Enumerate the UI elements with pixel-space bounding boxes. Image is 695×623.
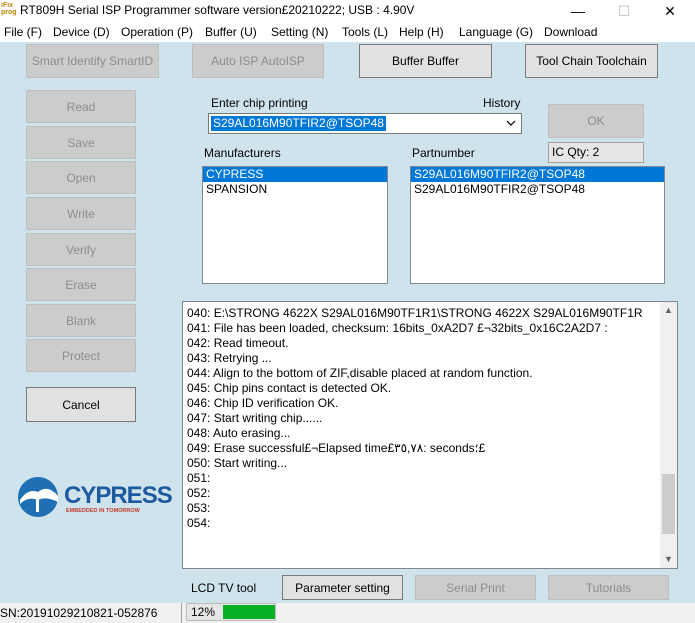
verify-button[interactable]: Verify — [26, 233, 136, 266]
log-lines: 040: E:\STRONG 4622X S29AL016M90TF1R1\ST… — [187, 306, 657, 531]
partnumber-list[interactable]: S29AL016M90TFIR2@TSOP48 S29AL016M90TFIR2… — [410, 166, 665, 284]
log-line: 049: Erase successful£¬Elapsed time£٣٥,٧… — [187, 441, 486, 455]
progress-fill — [223, 605, 275, 619]
auto-isp-button[interactable]: Auto ISP AutoISP — [192, 44, 324, 78]
log-line: 044: Align to the bottom of ZIF,disable … — [187, 366, 533, 380]
lcd-tv-tool-label[interactable]: LCD TV tool — [191, 581, 256, 595]
log-line: 045: Chip pins contact is detected OK. — [187, 381, 392, 395]
enter-chip-label: Enter chip printing — [211, 96, 308, 110]
window-title: RT809H Serial ISP Programmer software ve… — [20, 3, 415, 17]
log-line: 050: Start writing... — [187, 456, 288, 470]
log-line: 046: Chip ID verification OK. — [187, 396, 339, 410]
scroll-down-icon[interactable]: ▼ — [660, 551, 677, 568]
menu-help[interactable]: Help (H) — [399, 25, 444, 39]
cypress-logo: CYPRESS EMBEDDED IN TOMORROW — [16, 476, 173, 518]
log-line: 052: — [187, 486, 211, 500]
menu-operation[interactable]: Operation (P) — [121, 25, 193, 39]
cancel-button[interactable]: Cancel — [26, 387, 136, 422]
parameter-setting-button[interactable]: Parameter setting — [282, 575, 403, 600]
buffer-button[interactable]: Buffer Buffer — [359, 44, 492, 78]
logo-brand: CYPRESS — [64, 482, 173, 509]
log-line: 051: — [187, 471, 211, 485]
list-item[interactable]: CYPRESS — [203, 167, 387, 182]
list-item[interactable]: S29AL016M90TFIR2@TSOP48 — [411, 182, 664, 197]
ic-qty-field: IC Qty: 2 — [548, 142, 644, 163]
serial-number: SN:20191029210821-052876 — [0, 606, 158, 620]
progress-bar: 12% — [186, 603, 276, 621]
log-line: 053: — [187, 501, 211, 515]
menu-device[interactable]: Device (D) — [53, 25, 110, 39]
log-line: 041: File has been loaded, checksum: 16b… — [187, 321, 608, 335]
menu-download[interactable]: Download — [544, 25, 597, 39]
read-button[interactable]: Read — [26, 90, 136, 123]
log-line: 042: Read timeout. — [187, 336, 289, 350]
log-line: 048: Auto erasing... — [187, 426, 291, 440]
log-output[interactable]: 040: E:\STRONG 4622X S29AL016M90TF1R1\ST… — [182, 301, 678, 569]
chevron-down-icon[interactable] — [506, 120, 516, 128]
status-divider — [181, 603, 182, 623]
tree-logo-icon — [18, 477, 58, 517]
chip-combo[interactable]: S29AL016M90TFIR2@TSOP48 — [208, 113, 522, 134]
toolchain-button[interactable]: Tool Chain Toolchain — [525, 44, 658, 78]
menu-setting[interactable]: Setting (N) — [271, 25, 328, 39]
ok-button[interactable]: OK — [548, 104, 644, 138]
menu-file[interactable]: File (F) — [4, 25, 42, 39]
history-label: History — [483, 96, 521, 110]
smart-identify-button[interactable]: Smart Identify SmartID — [26, 44, 159, 78]
protect-button[interactable]: Protect — [26, 339, 136, 372]
erase-button[interactable]: Erase — [26, 268, 136, 301]
open-button[interactable]: Open — [26, 161, 136, 194]
list-item[interactable]: SPANSION — [203, 182, 387, 197]
progress-text: 12% — [191, 605, 216, 619]
write-button[interactable]: Write — [26, 197, 136, 230]
menu-language[interactable]: Language (G) — [459, 25, 533, 39]
partnumber-label: Partnumber — [412, 146, 475, 160]
scroll-up-icon[interactable]: ▲ — [660, 302, 677, 319]
minimize-button[interactable]: — — [555, 0, 601, 22]
tutorials-button[interactable]: Tutorials — [548, 575, 669, 600]
serial-print-button[interactable]: Serial Print — [415, 575, 536, 600]
logo-tagline: EMBEDDED IN TOMORROW — [66, 508, 140, 514]
manufacturers-list[interactable]: CYPRESS SPANSION — [202, 166, 388, 284]
app-icon: iFix prog — [1, 2, 17, 16]
maximize-button: ☐ — [617, 3, 631, 19]
scroll-thumb[interactable] — [662, 474, 675, 534]
menu-tools[interactable]: Tools (L) — [342, 25, 388, 39]
log-scrollbar[interactable]: ▲ ▼ — [660, 302, 677, 568]
menu-buffer[interactable]: Buffer (U) — [205, 25, 257, 39]
list-item[interactable]: S29AL016M90TFIR2@TSOP48 — [411, 167, 664, 182]
chip-combo-value: S29AL016M90TFIR2@TSOP48 — [211, 116, 386, 131]
save-button[interactable]: Save — [26, 126, 136, 159]
close-button[interactable]: ✕ — [647, 0, 693, 22]
blank-button[interactable]: Blank — [26, 304, 136, 337]
log-line: 054: — [187, 516, 211, 530]
log-line: 043: Retrying ... — [187, 351, 272, 365]
log-line: 047: Start writing chip...... — [187, 411, 323, 425]
log-line: 040: E:\STRONG 4622X S29AL016M90TF1R1\ST… — [187, 306, 643, 320]
manufacturers-label: Manufacturers — [204, 146, 281, 160]
